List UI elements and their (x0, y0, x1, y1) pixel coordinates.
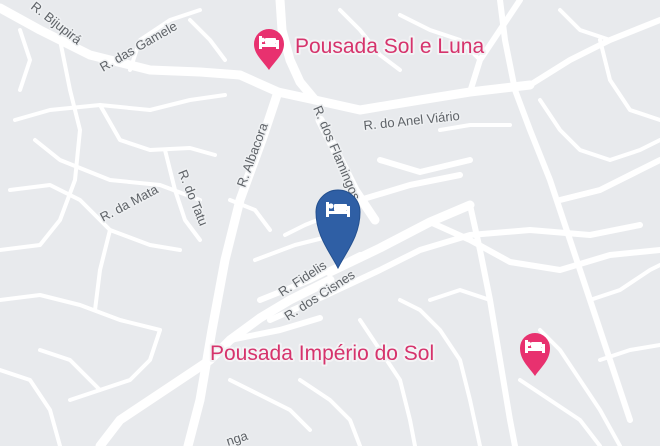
map-canvas[interactable]: R. Bijupirá R. das Gamele R. do Anel Viá… (0, 0, 660, 446)
poi-label-pousada-sol-e-luna: Pousada Sol e Luna (295, 35, 484, 58)
poi-label-pousada-imperio-do-sol: Pousada Império do Sol (210, 342, 434, 365)
